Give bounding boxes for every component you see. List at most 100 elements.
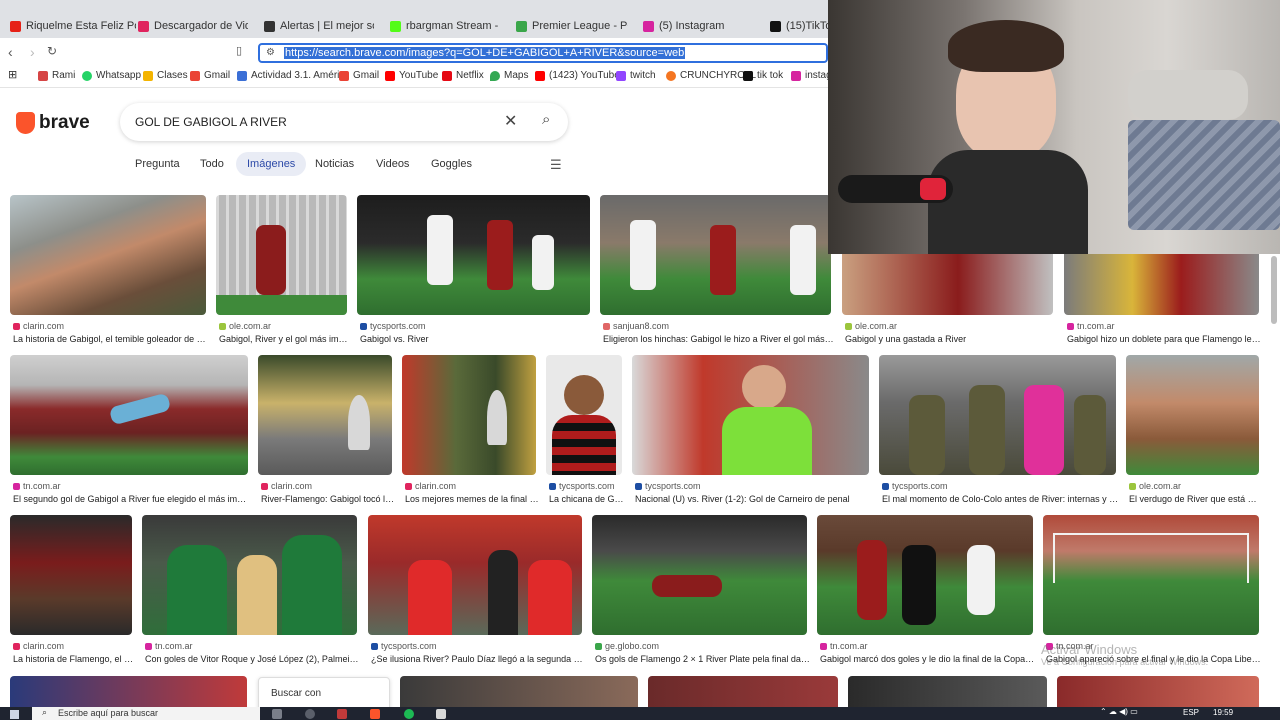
bookmark-item[interactable]: YouTube (385, 70, 438, 81)
result-title[interactable]: Los mejores memes de la final e... (405, 494, 539, 504)
tab-videos[interactable]: Videos (365, 152, 420, 176)
system-tray-icons[interactable]: ⌃ ☁ ◀) ▭ (1100, 707, 1138, 716)
result-title[interactable]: Nacional (U) vs. River (1-2): Gol de Car… (635, 494, 872, 504)
tab-goggles[interactable]: Goggles (420, 152, 483, 176)
result-title[interactable]: La chicana de Ga... (549, 494, 625, 504)
result-thumbnail[interactable] (10, 515, 132, 635)
result-thumbnail[interactable] (848, 676, 1047, 707)
result-thumbnail[interactable] (368, 515, 582, 635)
result-thumbnail[interactable] (10, 355, 248, 475)
browser-tab[interactable]: Alertas | El mejor software (264, 14, 374, 38)
task-view-icon[interactable] (272, 709, 282, 719)
bookmark-item[interactable]: Maps (490, 70, 528, 81)
result-thumbnail[interactable] (1064, 254, 1259, 315)
brave-logo[interactable]: brave (16, 112, 90, 134)
result-thumbnail[interactable] (216, 195, 347, 315)
result-title[interactable]: Con goles de Vitor Roque y José López (2… (145, 654, 360, 664)
result-title[interactable]: Os gols de Flamengo 2 × 1 River Plate pe… (595, 654, 810, 664)
result-thumbnail[interactable] (10, 195, 206, 315)
image-result[interactable]: clarin.com River-Flamengo: Gabigol tocó … (258, 355, 395, 505)
url-text[interactable]: https://search.brave.com/images?q=GOL+DE… (284, 47, 686, 59)
browser-tab[interactable]: rbargman Stream - Watch (390, 14, 500, 38)
result-thumbnail[interactable] (632, 355, 869, 475)
result-title[interactable]: El mal momento de Colo-Colo antes de Riv… (882, 494, 1119, 504)
image-result[interactable]: ge.globo.com Os gols de Flamengo 2 × 1 R… (592, 515, 810, 665)
result-title[interactable]: La historia de Flamengo, el ri... (13, 654, 135, 664)
result-title[interactable]: El verdugo de River que está mu... (1129, 494, 1262, 504)
bookmark-icon[interactable]: ▯ (236, 44, 242, 57)
result-thumbnail[interactable] (1126, 355, 1259, 475)
page-scrollbar[interactable] (1271, 256, 1277, 324)
image-result[interactable]: tn.com.ar El segundo gol de Gabigol a Ri… (10, 355, 251, 505)
app-icon[interactable] (436, 709, 446, 719)
result-title[interactable]: Gabigol marcó dos goles y le dio la fina… (820, 654, 1036, 664)
browser-tab[interactable]: (5) Instagram (643, 14, 753, 38)
result-title[interactable]: Gabigol y una gastada a River (845, 334, 1056, 344)
back-icon[interactable]: ‹ (8, 44, 13, 60)
browser-tab[interactable]: Descargador de Videos de (138, 14, 248, 38)
result-thumbnail[interactable] (546, 355, 622, 475)
result-thumbnail[interactable] (357, 195, 590, 315)
result-thumbnail[interactable] (817, 515, 1033, 635)
result-thumbnail[interactable] (258, 355, 392, 475)
result-title[interactable]: El segundo gol de Gabigol a River fue el… (13, 494, 251, 504)
image-result[interactable]: tn.com.ar Gabigol marcó dos goles y le d… (817, 515, 1036, 665)
result-thumbnail[interactable] (842, 254, 1053, 315)
clear-icon[interactable]: ✕ (504, 111, 517, 131)
apps-grid-icon[interactable]: ⊞ (8, 68, 17, 81)
search-input[interactable]: GOL DE GABIGOL A RIVER (135, 115, 287, 129)
bookmark-item[interactable]: tik tok (743, 70, 783, 81)
result-thumbnail[interactable] (10, 676, 247, 707)
search-box[interactable]: GOL DE GABIGOL A RIVER ✕ ⌕ (120, 103, 568, 141)
image-result[interactable]: clarin.com La historia de Flamengo, el r… (10, 515, 135, 665)
result-title[interactable]: Gabigol hizo un doblete para que Flameng… (1067, 334, 1262, 344)
reload-icon[interactable]: ↻ (47, 44, 57, 58)
result-title[interactable]: La historia de Gabigol, el temible golea… (13, 334, 209, 344)
bookmark-item[interactable]: twitch (616, 70, 656, 81)
image-result[interactable]: ole.com.ar Gabigol, River y el gol más i… (216, 195, 350, 345)
bookmark-item[interactable]: (1423) YouTube (535, 70, 620, 81)
image-result[interactable]: tycsports.com ¿Se ilusiona River? Paulo … (368, 515, 585, 665)
result-thumbnail[interactable] (592, 515, 807, 635)
language-indicator[interactable]: ESP (1183, 708, 1199, 717)
search-icon[interactable]: ⌕ (542, 111, 550, 128)
result-title[interactable]: Gabigol vs. River (360, 334, 593, 344)
tab-todo[interactable]: Todo (189, 152, 235, 176)
image-result[interactable]: tycsports.com El mal momento de Colo-Col… (879, 355, 1119, 505)
bookmark-item[interactable]: Whatsapp (82, 70, 141, 81)
image-result[interactable]: clarin.com La historia de Gabigol, el te… (10, 195, 209, 345)
image-result[interactable]: ole.com.ar El verdugo de River que está … (1126, 355, 1262, 505)
result-thumbnail[interactable] (1043, 515, 1259, 635)
tab-imagenes[interactable]: Imágenes (236, 152, 307, 176)
result-title[interactable]: Eligieron los hinchas: Gabigol le hizo a… (603, 334, 834, 344)
image-result[interactable]: tn.com.ar Con goles de Vitor Roque y Jos… (142, 515, 360, 665)
image-result[interactable]: sanjuan8.com Eligieron los hinchas: Gabi… (600, 195, 834, 345)
bookmark-item[interactable]: Rami (38, 70, 75, 81)
filter-settings-icon[interactable]: ☰ (550, 157, 562, 173)
image-result[interactable]: ole.com.ar Gabigol y una gastada a River (842, 254, 1053, 345)
result-title[interactable]: River-Flamengo: Gabigol tocó la ... (261, 494, 395, 504)
bookmark-item[interactable]: Clases (143, 70, 188, 81)
result-thumbnail[interactable] (879, 355, 1116, 475)
browser-tab[interactable]: (15)TikTok - (770, 14, 828, 38)
clock[interactable]: 19:59 (1213, 708, 1233, 717)
app-icon[interactable] (337, 709, 347, 719)
image-result[interactable]: tn.com.ar Gabigol hizo un doblete para q… (1064, 254, 1262, 345)
result-thumbnail[interactable] (1057, 676, 1259, 707)
result-thumbnail[interactable] (402, 355, 536, 475)
bookmark-item[interactable]: instag (791, 70, 832, 81)
app-icon[interactable] (305, 709, 315, 719)
taskbar-search[interactable]: ⌕ Escribe aquí para buscar (32, 707, 260, 720)
image-result[interactable]: clarin.com Los mejores memes de la final… (402, 355, 539, 505)
site-settings-icon[interactable]: ⚙ (266, 47, 275, 58)
bookmark-item[interactable]: Gmail (190, 70, 230, 81)
brave-taskbar-icon[interactable] (370, 709, 380, 719)
bookmark-item[interactable]: Actividad 3.1. Améri... (237, 70, 348, 81)
image-result[interactable]: tycsports.com Nacional (U) vs. River (1-… (632, 355, 869, 505)
address-bar[interactable]: ⚙ https://search.brave.com/images?q=GOL+… (258, 43, 828, 63)
result-title[interactable]: Gabigol, River y el gol más imp... (219, 334, 350, 344)
tab-pregunta[interactable]: Pregunta (124, 152, 191, 176)
spotify-icon[interactable] (404, 709, 414, 719)
result-thumbnail[interactable] (142, 515, 357, 635)
image-result[interactable]: tycsports.com Gabigol vs. River (357, 195, 590, 345)
